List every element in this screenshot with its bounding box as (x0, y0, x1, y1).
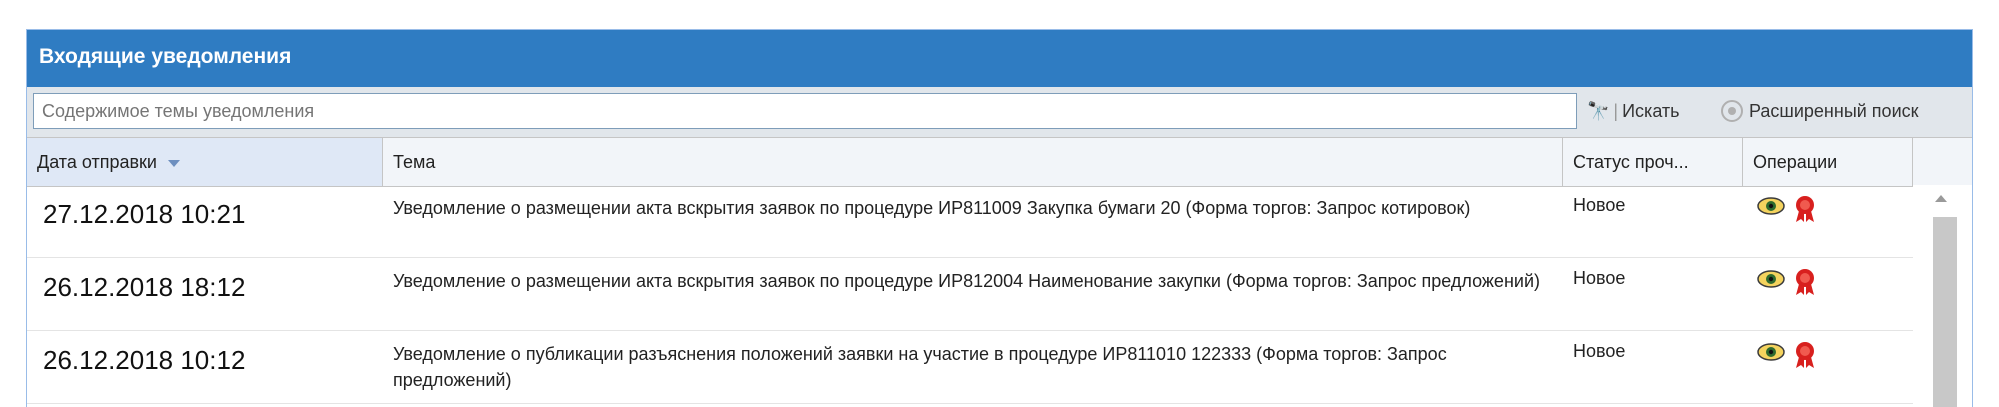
row-subject: Уведомление о публикации разъяснения пол… (393, 344, 1447, 390)
table-row[interactable]: 26.12.2018 18:12 Уведомление о размещени… (27, 258, 1913, 331)
column-header-status[interactable]: Статус проч... (1563, 138, 1743, 186)
gear-icon (1721, 100, 1743, 122)
binoculars-icon: 🔭 (1587, 101, 1610, 121)
advanced-search-label: Расширенный поиск (1749, 101, 1919, 121)
grid-body: 27.12.2018 10:21 Уведомление о размещени… (27, 185, 1913, 404)
table-row[interactable]: 26.12.2018 10:12 Уведомление о публикаци… (27, 331, 1913, 404)
panel-title: Входящие уведомления (27, 30, 1972, 87)
row-date: 27.12.2018 10:21 (43, 199, 246, 229)
seal-icon[interactable] (1793, 268, 1817, 296)
seal-icon[interactable] (1793, 195, 1817, 223)
column-header-subject[interactable]: Тема (383, 138, 1563, 186)
column-header-subject-label: Тема (393, 152, 436, 172)
row-status: Новое (1573, 268, 1626, 288)
notifications-panel: Входящие уведомления 🔭 | Искать Расширен… (26, 29, 1973, 407)
column-header-status-label: Статус проч... (1573, 152, 1689, 172)
advanced-search-button[interactable]: Расширенный поиск (1721, 93, 1919, 129)
vertical-scrollbar[interactable] (1913, 185, 1972, 407)
search-toolbar: 🔭 | Искать Расширенный поиск (27, 87, 1972, 137)
eye-icon[interactable] (1757, 341, 1785, 363)
table-row[interactable]: 27.12.2018 10:21 Уведомление о размещени… (27, 185, 1913, 258)
separator: | (1613, 101, 1619, 121)
row-subject: Уведомление о размещении акта вскрытия з… (393, 271, 1540, 291)
column-header-spacer (1913, 138, 1972, 186)
column-header-date[interactable]: Дата отправки (27, 138, 383, 186)
row-date: 26.12.2018 10:12 (43, 345, 246, 375)
seal-icon[interactable] (1793, 341, 1817, 369)
row-status: Новое (1573, 341, 1626, 361)
grid-header: Дата отправки Тема Статус проч... Операц… (27, 137, 1972, 187)
row-operations (1743, 258, 1913, 296)
search-button-label: Искать (1622, 101, 1680, 121)
eye-icon[interactable] (1757, 268, 1785, 290)
row-date: 26.12.2018 18:12 (43, 272, 246, 302)
search-button[interactable]: 🔭 | Искать (1587, 93, 1680, 129)
search-input[interactable] (33, 93, 1577, 129)
eye-icon[interactable] (1757, 195, 1785, 217)
scroll-up-arrow-icon[interactable] (1935, 195, 1947, 202)
scroll-thumb[interactable] (1933, 217, 1957, 407)
column-header-date-label: Дата отправки (37, 152, 157, 172)
column-header-operations[interactable]: Операции (1743, 138, 1913, 186)
row-subject: Уведомление о размещении акта вскрытия з… (393, 198, 1471, 218)
row-operations (1743, 331, 1913, 369)
row-operations (1743, 185, 1913, 223)
column-header-operations-label: Операции (1753, 152, 1838, 172)
row-status: Новое (1573, 195, 1626, 215)
sort-desc-icon (168, 159, 180, 167)
